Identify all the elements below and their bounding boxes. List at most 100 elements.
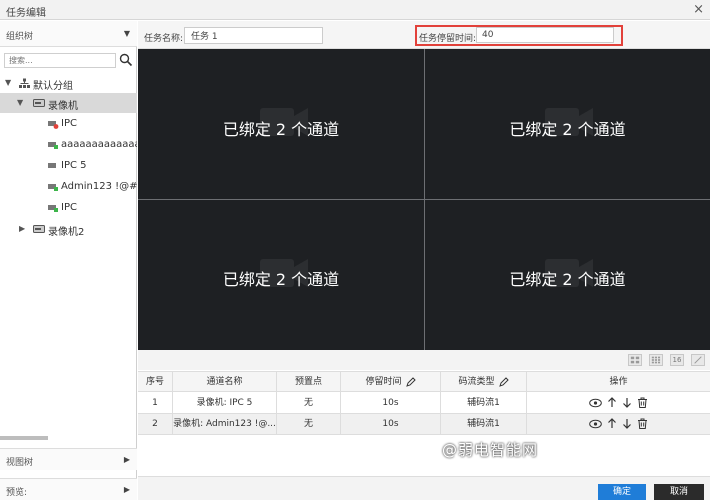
move-up-icon[interactable] [607,418,617,429]
tree-node-nvr1[interactable]: ▼ 录像机 [0,93,137,113]
task-name-input[interactable] [184,27,323,44]
cell-stream[interactable]: 辅码流1 [441,393,527,414]
expand-arrow-icon[interactable]: ▼ [5,78,11,87]
tree-node-label: aaaaaaaaaaaaaaa [61,139,137,150]
move-up-icon[interactable] [607,397,617,408]
dialog-footer: 确定 取消 [138,476,710,500]
tree-node-nvr2[interactable]: ▶ 录像机2 [0,219,137,239]
left-panel: 组织树 ▼ ▼ 默认分组 ▼ 录像机 [0,21,137,500]
video-grid: 已绑定 2 个通道 已绑定 2 个通道 已绑定 2 个通道 已绑定 2 个通道 [138,49,710,350]
tree-node-label: Admin123 !@#... [61,181,137,192]
task-dwell-label: 任务停留时间: [419,34,477,44]
horizontal-scrollbar[interactable] [0,436,48,440]
layout-16-icon[interactable]: 16 [670,354,684,366]
org-group-icon [19,78,30,88]
org-tree-header[interactable]: 组织树 ▼ [0,21,137,47]
edit-pencil-icon[interactable] [405,376,416,387]
tree-node-ipc-2[interactable]: IPC [0,198,137,218]
watermark-text: @弱电智能网 [442,441,539,459]
cell-index: 2 [138,414,173,435]
table-row[interactable]: 1 录像机: IPC 5 无 10s 辅码流1 [138,393,710,414]
task-dwell-input[interactable] [476,27,614,43]
layout-3x3-icon[interactable] [649,354,663,366]
col-header-stream-label: 码流类型 [458,377,495,387]
video-cell-1[interactable]: 已绑定 2 个通道 [138,49,424,199]
preview-eye-icon[interactable] [589,419,602,429]
window-title: 任务编辑 [6,8,46,19]
edit-pencil-icon[interactable] [498,376,509,387]
preview-label: 预览: [6,488,28,498]
view-tree-accordion[interactable]: 视图树 ▶ [0,448,137,470]
ok-button[interactable]: 确定 [598,484,646,500]
tree-node-default-group[interactable]: ▼ 默认分组 [0,73,137,93]
preview-accordion[interactable]: 预览: ▶ [0,478,137,500]
cell-preset[interactable]: 无 [277,393,341,414]
bound-channels-text: 已绑定 2 个通道 [509,270,626,289]
col-header-stream[interactable]: 码流类型 [441,372,527,393]
cell-dwell[interactable]: 10s [341,393,441,414]
bound-channels-text: 已绑定 2 个通道 [509,120,626,139]
view-tree-label: 视图树 [6,458,34,468]
video-cell-2[interactable]: 已绑定 2 个通道 [425,49,710,199]
search-icon[interactable] [119,53,133,67]
layout-2x2-icon[interactable] [628,354,642,366]
tree-node-label: IPC [61,202,77,213]
nvr-icon [33,225,45,233]
camera-icon [48,163,56,168]
cancel-button[interactable]: 取消 [654,484,704,500]
title-bar: 任务编辑 × [0,0,710,20]
col-header-channel: 通道名称 [173,372,277,393]
tree-node-label: 录像机2 [48,227,85,238]
tree-node-aaaa[interactable]: aaaaaaaaaaaaaaa [0,135,137,155]
cell-actions [527,393,710,414]
fullscreen-icon[interactable] [691,354,705,366]
tree-node-label: 默认分组 [33,81,73,92]
cell-channel: 录像机: IPC 5 [173,393,277,414]
col-header-index: 序号 [138,372,173,393]
video-cell-4[interactable]: 已绑定 2 个通道 [425,200,710,350]
video-cell-3[interactable]: 已绑定 2 个通道 [138,200,424,350]
tree-node-ipc[interactable]: IPC [0,114,137,134]
delete-trash-icon[interactable] [637,418,648,429]
camera-online-icon [48,205,58,212]
grid-divider-horizontal [138,199,710,200]
cell-actions [527,414,710,435]
tree-node-label: IPC 5 [61,160,87,171]
tree-node-admin123[interactable]: Admin123 !@#... [0,177,137,197]
cell-preset[interactable]: 无 [277,414,341,435]
move-down-icon[interactable] [622,418,632,429]
move-down-icon[interactable] [622,397,632,408]
cell-channel: 录像机: Admin123 !@... [173,414,277,435]
camera-online-icon [48,184,58,191]
chevron-down-icon: ▼ [123,29,130,38]
chevron-right-icon: ▶ [123,485,130,494]
close-icon[interactable]: × [693,2,704,17]
tree-node-ipc5[interactable]: IPC 5 [0,156,137,176]
task-settings-bar: 任务名称: 任务停留时间: [138,21,710,49]
preview-eye-icon[interactable] [589,398,602,408]
task-name-label: 任务名称: [144,34,184,44]
table-row[interactable]: 2 录像机: Admin123 !@... 无 10s 辅码流1 [138,414,710,435]
nvr-icon [33,99,45,107]
cell-dwell[interactable]: 10s [341,414,441,435]
expand-arrow-icon[interactable]: ▶ [19,224,25,233]
chevron-right-icon: ▶ [123,455,130,464]
search-input[interactable] [4,53,116,68]
layout-toolbar: 16 [138,350,710,370]
col-header-actions: 操作 [609,377,628,387]
tree-node-label: 录像机 [48,101,78,112]
bound-channels-text: 已绑定 2 个通道 [222,270,340,289]
main-panel: 任务名称: 任务停留时间: 已绑定 2 个通道 已绑定 2 个通道 已绑定 2 … [138,21,710,500]
delete-trash-icon[interactable] [637,397,648,408]
col-header-dwell-label: 停留时间 [365,377,402,387]
org-tree-label: 组织树 [6,32,34,42]
tree-node-label: IPC [61,118,77,129]
cell-stream[interactable]: 辅码流1 [441,414,527,435]
camera-online-icon [48,142,58,149]
search-box [0,51,137,69]
bound-channels-text: 已绑定 2 个通道 [222,120,340,139]
col-header-dwell[interactable]: 停留时间 [341,372,441,393]
camera-offline-icon [48,121,59,129]
expand-arrow-icon[interactable]: ▼ [17,98,23,107]
col-header-preset: 预置点 [277,372,341,393]
